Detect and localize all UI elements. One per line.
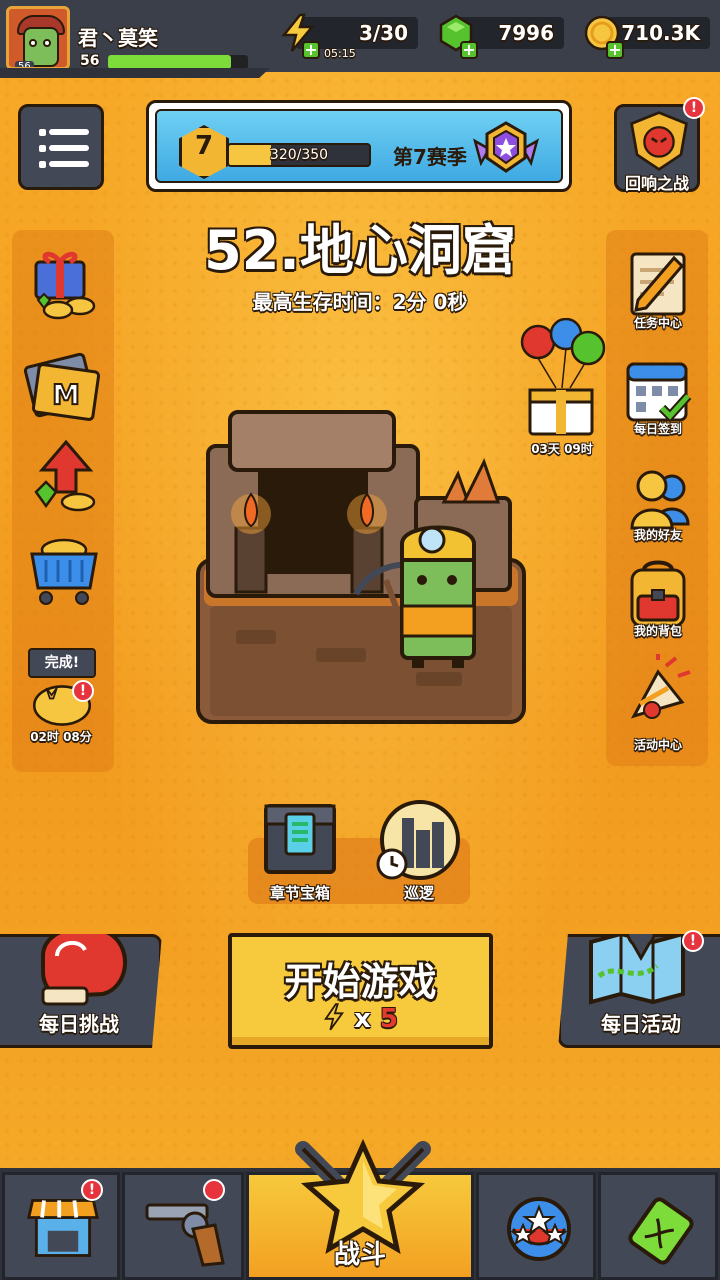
player-name: 君丶莫笑 [78,26,158,50]
my-backpack-button[interactable]: 我的背包 [608,556,708,642]
chest-icon [264,804,336,874]
offline-reward[interactable]: 完成! ! 02时 08分 [20,646,106,744]
balloon-gift-timer: 03天 09时 [531,442,593,456]
dna-vial-icon [628,1197,694,1265]
daily-challenge-label: 每日挑战 [39,1012,119,1036]
energy-timer: 05:15 [324,47,356,60]
quest-center-button[interactable]: 任务中心 [608,244,708,334]
energy-value: 3/30 [358,21,408,45]
svg-text:M: M [52,378,80,411]
calendar-check-icon [626,362,692,423]
season-banner[interactable]: 320/350 7 第7赛季 [146,100,572,192]
menu-line [49,145,89,151]
nav-tab-battle[interactable]: 战斗 [246,1138,474,1280]
demon-shield-icon [630,111,688,171]
nav-tab-weapons[interactable] [122,1172,244,1280]
menu-dot [39,145,46,152]
balloon-gift[interactable]: 03天 09时 [516,318,608,458]
my-friends-label: 我的好友 [633,528,682,542]
energy-plus-icon[interactable]: + [302,41,320,59]
quest-center-label: 任务中心 [633,316,682,330]
weapon-shirt-badge-icon [203,1179,225,1201]
revolver-icon [145,1203,225,1267]
avatar-eye-left [29,39,37,47]
energy-counter[interactable]: + 3/30 [281,13,418,59]
daily-event-label: 每日活动 [601,1012,681,1036]
gem-counter[interactable]: + 7996 [439,14,564,59]
xp-bar-fill [108,55,232,69]
nav-tab-evolution[interactable] [598,1172,718,1280]
chapter-chest-button[interactable]: 章节宝箱 [258,800,342,904]
talent-orb-icon [507,1197,571,1261]
echo-alert-badge: ! [683,97,705,119]
start-game-label: 开始游戏 [284,960,437,1004]
coin-value: 710.3K [621,21,700,45]
shop-cart-icon[interactable] [24,528,104,608]
player-level: 56 [80,53,100,69]
season-rank: 7 [194,131,214,161]
menu-line [49,161,89,167]
patrol-city-icon [376,800,460,880]
top-bar: 56 君丶莫笑 56 + 3/30 05:15 + 7996 + 710.3K [0,0,720,72]
offline-reward-timer: 02时 08分 [30,730,92,744]
event-center-label: 活动中心 [633,738,682,752]
quest-scroll-icon [630,252,686,316]
offline-reward-badge: ! [72,680,94,702]
season-name: 第7赛季 [393,145,467,169]
menu-line [49,129,89,135]
bottom-nav: ! 战斗 [0,1138,720,1280]
season-progress-text: 320/350 [269,147,329,163]
avatar-level: 56 [15,61,34,67]
player-avatar[interactable]: 56 [6,6,70,70]
nav-tab-talent[interactable] [476,1172,596,1280]
daily-signin-button[interactable]: 每日签到 [608,350,708,440]
patrol-button[interactable]: 巡逻 [374,800,464,904]
menu-button[interactable] [18,104,104,190]
my-backpack-label: 我的背包 [633,624,682,638]
balloon-gift-icon [520,318,606,436]
menu-dot [39,129,46,136]
start-game-button[interactable]: 开始游戏 x 5 [228,933,493,1049]
my-friends-button[interactable]: 我的好友 [608,460,708,546]
battle-label: 战斗 [333,1240,386,1270]
gift-coins-icon[interactable] [24,244,104,324]
start-game-cost-prefix: x [354,1004,371,1034]
avatar-eye-right [43,39,51,47]
stage-cave-illustration[interactable] [196,410,526,726]
event-center-button[interactable]: 活动中心 [608,652,708,752]
menu-dot [39,161,46,168]
daily-challenge-button[interactable]: 每日挑战 [0,934,162,1048]
season-banner-inner: 320/350 7 第7赛季 [155,109,563,183]
lightning-icon [324,1003,345,1031]
gem-value: 7996 [498,21,554,45]
party-popper-icon [630,654,691,719]
gem-upgrade-icon[interactable] [26,436,106,516]
season-star-badge-icon [473,121,539,173]
daily-event-alert-badge: ! [682,930,704,952]
start-game-cost: x 5 [232,1003,489,1034]
offline-reward-bubble: 完成! [28,648,96,678]
start-game-cost-value: 5 [379,1004,398,1034]
chapter-chest-label: 章节宝箱 [269,884,330,902]
nav-tab-shop[interactable]: ! [2,1172,120,1280]
season-progress-bar: 320/350 [227,143,371,167]
membership-card-icon[interactable]: M [22,346,102,426]
echo-battle-label: 回响之战 [624,174,689,193]
daily-signin-label: 每日签到 [633,422,682,436]
patrol-label: 巡逻 [403,884,434,902]
coin-counter[interactable]: + 710.3K [584,15,710,59]
shop-alert-badge: ! [81,1179,103,1201]
gem-plus-icon[interactable]: + [460,41,478,59]
xp-bar [108,55,248,69]
